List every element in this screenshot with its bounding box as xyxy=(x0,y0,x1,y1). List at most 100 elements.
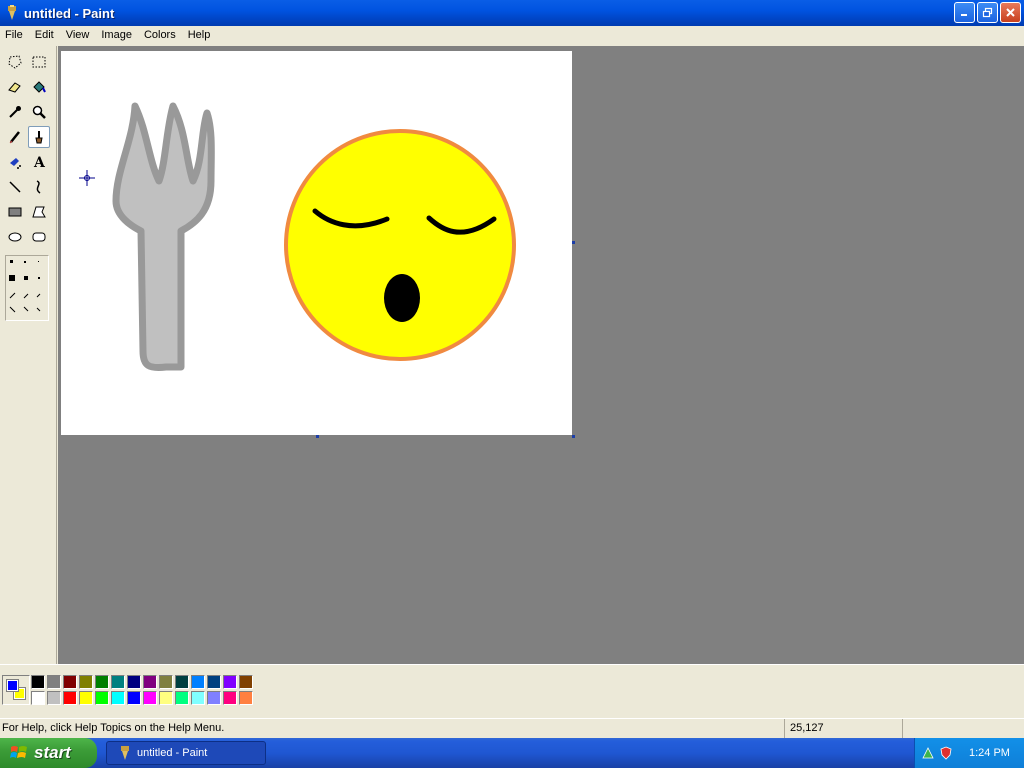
ellipse-tool[interactable] xyxy=(4,226,26,248)
clock: 1:24 PM xyxy=(969,747,1010,759)
maximize-button[interactable] xyxy=(977,2,998,23)
cursor-coordinates: 25,127 xyxy=(784,719,902,738)
minimize-icon xyxy=(961,14,967,16)
brush-shape-options[interactable] xyxy=(5,255,49,321)
airbrush-icon xyxy=(10,158,21,169)
palette-swatch[interactable] xyxy=(159,691,173,705)
crosshair-cursor xyxy=(79,170,95,186)
mouth-drawing xyxy=(384,274,420,322)
palette-swatch[interactable] xyxy=(175,691,189,705)
drawing-canvas[interactable] xyxy=(61,51,572,435)
paint-bucket-icon xyxy=(33,81,46,93)
status-bar: For Help, click Help Topics on the Help … xyxy=(0,718,1024,738)
security-shield-icon[interactable] xyxy=(939,746,953,760)
palette-swatch[interactable] xyxy=(111,691,125,705)
window-title: untitled - Paint xyxy=(24,5,115,21)
fill-tool[interactable] xyxy=(28,76,50,98)
menu-file[interactable]: File xyxy=(0,27,29,44)
polygon-icon xyxy=(32,206,46,218)
menu-image[interactable]: Image xyxy=(95,27,138,44)
rectangle-tool[interactable] xyxy=(4,201,26,223)
palette-swatch[interactable] xyxy=(175,675,189,689)
menu-view[interactable]: View xyxy=(60,27,96,44)
rectangle-icon xyxy=(8,207,22,217)
minimize-button[interactable] xyxy=(954,2,975,23)
eraser-tool[interactable] xyxy=(4,76,26,98)
line-icon xyxy=(9,181,21,193)
menu-edit[interactable]: Edit xyxy=(29,27,60,44)
magnifier-tool[interactable] xyxy=(28,101,50,123)
palette-swatch[interactable] xyxy=(223,675,237,689)
palette-swatch[interactable] xyxy=(31,675,45,689)
palette-swatch[interactable] xyxy=(95,691,109,705)
menu-help[interactable]: Help xyxy=(182,27,217,44)
palette-swatch[interactable] xyxy=(159,675,173,689)
rounded-rectangle-tool[interactable] xyxy=(28,226,50,248)
color-palette-area xyxy=(0,664,1024,714)
brush-tool[interactable] xyxy=(28,126,50,148)
palette-swatch[interactable] xyxy=(127,675,141,689)
palette-swatch[interactable] xyxy=(47,691,61,705)
palette-swatch[interactable] xyxy=(111,675,125,689)
face-drawing xyxy=(284,129,516,361)
paint-app-icon xyxy=(8,5,16,20)
taskbar-item-paint[interactable]: untitled - Paint xyxy=(106,741,266,765)
airbrush-tool[interactable] xyxy=(4,151,26,173)
rect-select-icon xyxy=(32,56,46,68)
palette-swatch[interactable] xyxy=(79,675,93,689)
pick-color-tool[interactable] xyxy=(4,101,26,123)
start-label: start xyxy=(34,743,71,762)
resize-handle-bottom[interactable] xyxy=(316,435,319,438)
title-bar: untitled - Paint xyxy=(0,0,1024,26)
toolbox: A xyxy=(0,46,57,664)
palette-swatch[interactable] xyxy=(31,691,45,705)
magnifier-icon xyxy=(32,105,46,119)
start-button[interactable]: start xyxy=(0,738,97,768)
select-tool[interactable] xyxy=(28,51,50,73)
palette-swatch[interactable] xyxy=(143,675,157,689)
selection-size-panel xyxy=(902,719,1020,738)
current-colors[interactable] xyxy=(2,675,30,705)
palette-swatch[interactable] xyxy=(47,675,61,689)
palette-swatch[interactable] xyxy=(223,691,237,705)
palette-swatch[interactable] xyxy=(239,691,253,705)
fork-drawing xyxy=(112,102,215,372)
palette-swatch[interactable] xyxy=(207,675,221,689)
workspace xyxy=(58,46,1024,664)
color-palette xyxy=(30,674,254,706)
status-help-text: For Help, click Help Topics on the Help … xyxy=(2,722,225,734)
pencil-tool[interactable] xyxy=(4,126,26,148)
palette-swatch[interactable] xyxy=(63,691,77,705)
palette-swatch[interactable] xyxy=(79,691,93,705)
palette-swatch[interactable] xyxy=(191,675,205,689)
brush-icon xyxy=(35,131,43,144)
palette-swatch[interactable] xyxy=(127,691,141,705)
resize-handle-right[interactable] xyxy=(572,241,575,244)
palette-swatch[interactable] xyxy=(95,675,109,689)
windows-logo-icon xyxy=(10,746,27,758)
free-form-select-icon xyxy=(8,55,22,69)
palette-swatch[interactable] xyxy=(191,691,205,705)
menu-colors[interactable]: Colors xyxy=(138,27,182,44)
palette-swatch[interactable] xyxy=(143,691,157,705)
palette-swatch[interactable] xyxy=(63,675,77,689)
polygon-tool[interactable] xyxy=(28,201,50,223)
free-form-select-tool[interactable] xyxy=(4,51,26,73)
curve-tool[interactable] xyxy=(28,176,50,198)
text-tool[interactable]: A xyxy=(28,151,50,173)
restore-icon xyxy=(982,7,993,18)
taskbar-item-label: untitled - Paint xyxy=(137,747,208,759)
svg-text:A: A xyxy=(33,155,46,170)
foreground-color-swatch xyxy=(6,679,19,692)
palette-swatch[interactable] xyxy=(207,691,221,705)
rounded-rectangle-icon xyxy=(32,232,46,242)
line-tool[interactable] xyxy=(4,176,26,198)
eyedropper-icon xyxy=(9,106,21,118)
resize-handle-corner[interactable] xyxy=(572,435,575,438)
palette-swatch[interactable] xyxy=(239,675,253,689)
canvas-drawing xyxy=(79,102,516,372)
close-button[interactable] xyxy=(1000,2,1021,23)
network-tray-icon[interactable] xyxy=(921,746,935,760)
paint-app-icon xyxy=(121,746,129,760)
brush-shapes-icon xyxy=(9,260,41,313)
